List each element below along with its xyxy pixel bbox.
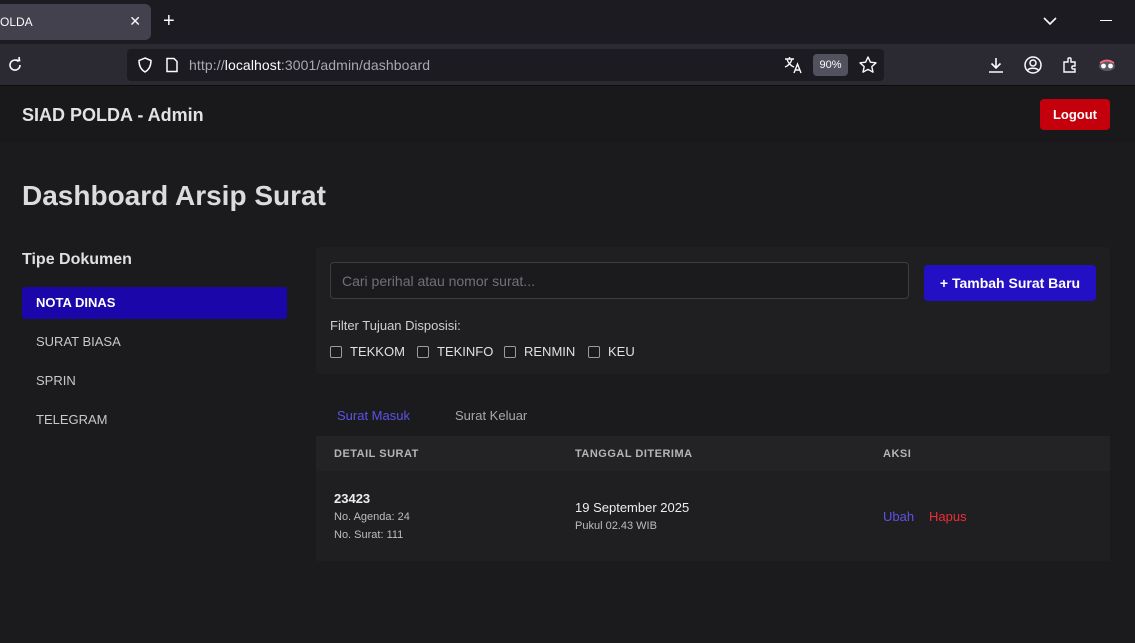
url-host: localhost bbox=[224, 57, 281, 73]
column-header-detail: DETAIL SURAT bbox=[334, 448, 419, 460]
url-bar[interactable]: http://localhost:3001/admin/dashboard 90… bbox=[127, 49, 884, 81]
filter-option-label: TEKKOM bbox=[350, 344, 405, 359]
sidebar-item-nota-dinas[interactable]: NOTA DINAS bbox=[22, 287, 287, 319]
close-tab-icon[interactable]: ✕ bbox=[129, 13, 141, 30]
filter-card: + Tambah Surat Baru Filter Tujuan Dispos… bbox=[316, 247, 1110, 374]
filter-option-tekkom[interactable]: TEKKOM bbox=[330, 344, 405, 359]
column-header-actions: AKSI bbox=[883, 448, 912, 460]
bookmark-star-icon[interactable] bbox=[858, 55, 878, 75]
page-title: Dashboard Arsip Surat bbox=[22, 180, 326, 211]
filter-option-tekinfo[interactable]: TEKINFO bbox=[417, 344, 493, 359]
column-header-date: TANGGAL DITERIMA bbox=[575, 448, 693, 460]
checkbox[interactable] bbox=[588, 345, 600, 358]
account-icon[interactable] bbox=[1023, 55, 1043, 75]
browser-navbar: http://localhost:3001/admin/dashboard 90… bbox=[0, 44, 1135, 86]
filter-option-renmin[interactable]: RENMIN bbox=[504, 344, 575, 359]
add-letter-button[interactable]: + Tambah Surat Baru bbox=[924, 265, 1096, 301]
chevron-down-icon[interactable] bbox=[1041, 12, 1059, 30]
sidebar-item-telegram[interactable]: TELEGRAM bbox=[22, 404, 287, 436]
sidebar-item-sprin[interactable]: SPRIN bbox=[22, 365, 287, 397]
table-row: 23423 No. Agenda: 24 No. Surat: 111 19 S… bbox=[316, 471, 1110, 561]
browser-tab[interactable]: OLDA ✕ bbox=[0, 4, 151, 40]
translate-icon[interactable] bbox=[783, 55, 803, 75]
checkbox[interactable] bbox=[417, 345, 429, 358]
letter-number: No. Surat: 111 bbox=[334, 529, 404, 541]
letter-title: 23423 bbox=[334, 491, 371, 506]
url-text[interactable]: http://localhost:3001/admin/dashboard bbox=[189, 57, 430, 73]
edit-link[interactable]: Ubah bbox=[883, 509, 914, 524]
filter-option-label: KEU bbox=[608, 344, 635, 359]
url-prefix: http:// bbox=[189, 57, 225, 73]
received-time: Pukul 02.43 WIB bbox=[575, 520, 657, 532]
app-header: SIAD POLDA - Admin Logout bbox=[0, 87, 1135, 142]
checkbox[interactable] bbox=[504, 345, 516, 358]
tab-surat-keluar[interactable]: Surat Keluar bbox=[455, 408, 527, 423]
received-date: 19 September 2025 bbox=[575, 500, 690, 515]
zoom-indicator[interactable]: 90% bbox=[813, 54, 848, 76]
filter-option-label: RENMIN bbox=[524, 344, 576, 359]
browser-tabstrip: OLDA ✕ + bbox=[0, 0, 1135, 44]
tab-title: OLDA bbox=[0, 15, 33, 29]
disposisi-filter-label: Filter Tujuan Disposisi: bbox=[330, 318, 461, 333]
sidebar-item-surat-biasa[interactable]: SURAT BIASA bbox=[22, 326, 287, 358]
filter-option-label: TEKINFO bbox=[437, 344, 494, 359]
logout-button[interactable]: Logout bbox=[1040, 99, 1110, 130]
sidebar-title: Tipe Dokumen bbox=[22, 251, 132, 268]
minimize-icon[interactable] bbox=[1100, 20, 1112, 21]
page-info-icon[interactable] bbox=[164, 57, 180, 73]
delete-link[interactable]: Hapus bbox=[929, 509, 967, 524]
url-path: :3001/admin/dashboard bbox=[280, 57, 431, 73]
table-header: DETAIL SURAT TANGGAL DITERIMA AKSI bbox=[316, 436, 1110, 471]
extensions-icon[interactable] bbox=[1060, 55, 1080, 75]
reload-icon[interactable] bbox=[6, 56, 24, 74]
search-input[interactable] bbox=[330, 262, 909, 299]
shield-icon[interactable] bbox=[136, 56, 154, 74]
filter-option-keu[interactable]: KEU bbox=[588, 344, 635, 359]
tab-surat-masuk[interactable]: Surat Masuk bbox=[337, 408, 410, 423]
brand-title: SIAD POLDA - Admin bbox=[22, 105, 204, 125]
agenda-number: No. Agenda: 24 bbox=[334, 511, 410, 523]
private-mask-icon[interactable] bbox=[1097, 55, 1117, 75]
new-tab-icon[interactable]: + bbox=[163, 10, 175, 32]
download-icon[interactable] bbox=[986, 55, 1006, 75]
checkbox[interactable] bbox=[330, 345, 342, 358]
